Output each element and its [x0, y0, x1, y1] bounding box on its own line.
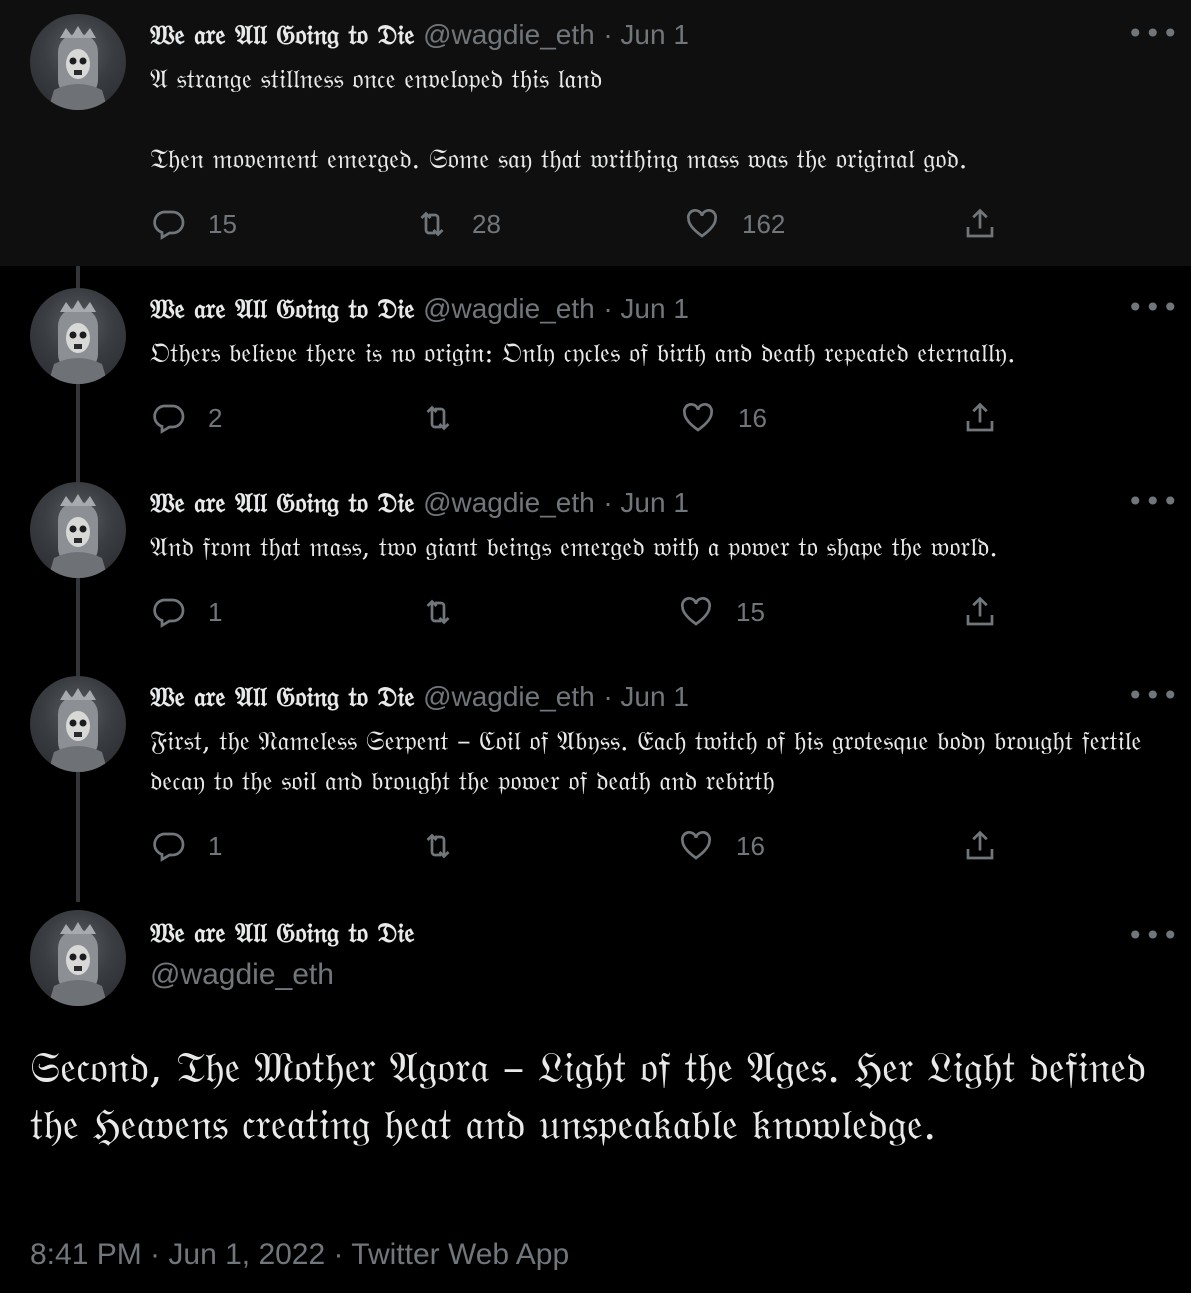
share-icon: [962, 400, 998, 436]
avatar[interactable]: [30, 288, 126, 384]
tweet-header: 𝔚𝔢 𝔞𝔯𝔢 𝔄𝔩𝔩 𝔊𝔬𝔦𝔫𝔤 𝔱𝔬 𝔇𝔦𝔢 @wagdie_eth · Ju…: [150, 18, 689, 53]
tweet-actions: 1 15: [150, 592, 1030, 632]
tweet-text: 𝔒𝔱𝔥𝔢𝔯𝔰 𝔟𝔢𝔩𝔦𝔢𝔳𝔢 𝔱𝔥𝔢𝔯𝔢 𝔦𝔰 𝔫𝔬 𝔬𝔯𝔦𝔤𝔦𝔫: 𝔒𝔫𝔩𝔶 …: [150, 338, 1016, 369]
like-button[interactable]: 16: [680, 398, 767, 438]
thread-tweet-1[interactable]: 𝔚𝔢 𝔞𝔯𝔢 𝔄𝔩𝔩 𝔊𝔬𝔦𝔫𝔤 𝔱𝔬 𝔇𝔦𝔢 @wagdie_eth · Ju…: [0, 0, 1191, 266]
share-button[interactable]: [962, 398, 998, 438]
reply-count: 15: [208, 208, 237, 239]
share-icon: [962, 594, 998, 630]
share-button[interactable]: [962, 592, 998, 632]
reply-icon: [150, 206, 186, 242]
like-count: 15: [736, 596, 765, 627]
retweet-icon: [420, 594, 456, 630]
reply-count: 1: [208, 596, 223, 627]
like-count: 16: [736, 830, 765, 861]
more-options-icon[interactable]: •••: [1127, 20, 1179, 48]
avatar[interactable]: [30, 676, 126, 772]
retweet-button[interactable]: [420, 398, 456, 438]
reply-icon: [150, 594, 186, 630]
tweet-text: 𝔉𝔦𝔯𝔰𝔱, 𝔱𝔥𝔢 𝔑𝔞𝔪𝔢𝔩𝔢𝔰𝔰 𝔖𝔢𝔯𝔭𝔢𝔫𝔱 – ℭ𝔬𝔦𝔩 𝔬𝔣 𝔄𝔟…: [150, 726, 1142, 797]
retweet-count: 28: [472, 208, 501, 239]
tweet-date[interactable]: · Jun 1: [603, 293, 689, 324]
retweet-icon: [420, 828, 456, 864]
reply-button[interactable]: 15: [150, 204, 237, 244]
tweet-text: 𝔄 𝔰𝔱𝔯𝔞𝔫𝔤𝔢 𝔰𝔱𝔦𝔩𝔩𝔫𝔢𝔰𝔰 𝔬𝔫𝔠𝔢 𝔢𝔫𝔳𝔢𝔩𝔬𝔭𝔢𝔡 𝔱𝔥𝔦𝔰 …: [150, 64, 968, 175]
reply-icon: [150, 400, 186, 436]
heart-icon: [680, 400, 716, 436]
author-name[interactable]: 𝔚𝔢 𝔞𝔯𝔢 𝔄𝔩𝔩 𝔊𝔬𝔦𝔫𝔤 𝔱𝔬 𝔇𝔦𝔢: [150, 918, 414, 950]
more-options-icon[interactable]: •••: [1127, 682, 1179, 710]
share-button[interactable]: [962, 826, 998, 866]
reply-button[interactable]: 1: [150, 826, 222, 866]
heart-icon: [678, 594, 714, 630]
reply-count: 2: [208, 402, 223, 433]
thread-tweet-2[interactable]: 𝔚𝔢 𝔞𝔯𝔢 𝔄𝔩𝔩 𝔊𝔬𝔦𝔫𝔤 𝔱𝔬 𝔇𝔦𝔢 @wagdie_eth · Ju…: [0, 266, 1191, 460]
tweet-actions: 15 28 162: [150, 204, 1030, 244]
author-handle[interactable]: @wagdie_eth: [423, 681, 595, 712]
thread-tweet-4[interactable]: 𝔚𝔢 𝔞𝔯𝔢 𝔄𝔩𝔩 𝔊𝔬𝔦𝔫𝔤 𝔱𝔬 𝔇𝔦𝔢 @wagdie_eth · Ju…: [0, 654, 1191, 890]
reply-icon: [150, 828, 186, 864]
tweet-header: 𝔚𝔢 𝔞𝔯𝔢 𝔄𝔩𝔩 𝔊𝔬𝔦𝔫𝔤 𝔱𝔬 𝔇𝔦𝔢 @wagdie_eth · Ju…: [150, 680, 689, 715]
avatar[interactable]: [30, 14, 126, 110]
share-icon: [962, 206, 998, 242]
author-name[interactable]: 𝔚𝔢 𝔞𝔯𝔢 𝔄𝔩𝔩 𝔊𝔬𝔦𝔫𝔤 𝔱𝔬 𝔇𝔦𝔢: [150, 488, 414, 519]
tweet-timestamp[interactable]: 8:41 PM · Jun 1, 2022 · Twitter Web App: [30, 1238, 569, 1272]
more-options-icon[interactable]: •••: [1127, 488, 1179, 516]
author-name[interactable]: 𝔚𝔢 𝔞𝔯𝔢 𝔄𝔩𝔩 𝔊𝔬𝔦𝔫𝔤 𝔱𝔬 𝔇𝔦𝔢: [150, 294, 414, 325]
share-button[interactable]: [962, 204, 998, 244]
like-count: 16: [738, 402, 767, 433]
author-name[interactable]: 𝔚𝔢 𝔞𝔯𝔢 𝔄𝔩𝔩 𝔊𝔬𝔦𝔫𝔤 𝔱𝔬 𝔇𝔦𝔢: [150, 20, 414, 51]
like-button[interactable]: 16: [678, 826, 765, 866]
tweet-text: 𝔄𝔫𝔡 𝔣𝔯𝔬𝔪 𝔱𝔥𝔞𝔱 𝔪𝔞𝔰𝔰, 𝔱𝔴𝔬 𝔤𝔦𝔞𝔫𝔱 𝔟𝔢𝔦𝔫𝔤𝔰 𝔢𝔪𝔢…: [150, 532, 998, 563]
like-count: 162: [742, 208, 786, 239]
tweet-actions: 2 16: [150, 398, 1030, 438]
author-handle[interactable]: @wagdie_eth: [150, 958, 334, 992]
tweet-date[interactable]: · Jun 1: [603, 487, 689, 518]
reply-button[interactable]: 2: [150, 398, 222, 438]
reply-button[interactable]: 1: [150, 592, 222, 632]
retweet-button[interactable]: 28: [414, 204, 501, 244]
reply-count: 1: [208, 830, 223, 861]
retweet-icon: [414, 206, 450, 242]
tweet-date[interactable]: · Jun 1: [603, 681, 689, 712]
share-icon: [962, 828, 998, 864]
like-button[interactable]: 162: [684, 204, 785, 244]
main-tweet-text: 𝔖𝔢𝔠𝔬𝔫𝔡, 𝔗𝔥𝔢 𝔐𝔬𝔱𝔥𝔢𝔯 𝔄𝔤𝔬𝔯𝔞 – 𝔏𝔦𝔤𝔥𝔱 𝔬𝔣 𝔱𝔥𝔢 …: [30, 1043, 1146, 1150]
heart-icon: [678, 828, 714, 864]
more-options-icon[interactable]: •••: [1127, 294, 1179, 322]
tweet-header: 𝔚𝔢 𝔞𝔯𝔢 𝔄𝔩𝔩 𝔊𝔬𝔦𝔫𝔤 𝔱𝔬 𝔇𝔦𝔢 @wagdie_eth · Ju…: [150, 486, 689, 521]
thread-tweet-3[interactable]: 𝔚𝔢 𝔞𝔯𝔢 𝔄𝔩𝔩 𝔊𝔬𝔦𝔫𝔤 𝔱𝔬 𝔇𝔦𝔢 @wagdie_eth · Ju…: [0, 460, 1191, 654]
retweet-button[interactable]: [420, 592, 456, 632]
author-handle[interactable]: @wagdie_eth: [423, 487, 595, 518]
tweet-date[interactable]: · Jun 1: [603, 19, 689, 50]
author-name[interactable]: 𝔚𝔢 𝔞𝔯𝔢 𝔄𝔩𝔩 𝔊𝔬𝔦𝔫𝔤 𝔱𝔬 𝔇𝔦𝔢: [150, 682, 414, 713]
retweet-icon: [420, 400, 456, 436]
like-button[interactable]: 15: [678, 592, 765, 632]
avatar[interactable]: [30, 910, 126, 1006]
author-handle[interactable]: @wagdie_eth: [423, 293, 595, 324]
retweet-button[interactable]: [420, 826, 456, 866]
heart-icon: [684, 206, 720, 242]
tweet-header: 𝔚𝔢 𝔞𝔯𝔢 𝔄𝔩𝔩 𝔊𝔬𝔦𝔫𝔤 𝔱𝔬 𝔇𝔦𝔢 @wagdie_eth · Ju…: [150, 292, 689, 327]
more-options-icon[interactable]: •••: [1127, 922, 1179, 950]
tweet-actions: 1 16: [150, 826, 1030, 866]
author-handle[interactable]: @wagdie_eth: [423, 19, 595, 50]
avatar[interactable]: [30, 482, 126, 578]
